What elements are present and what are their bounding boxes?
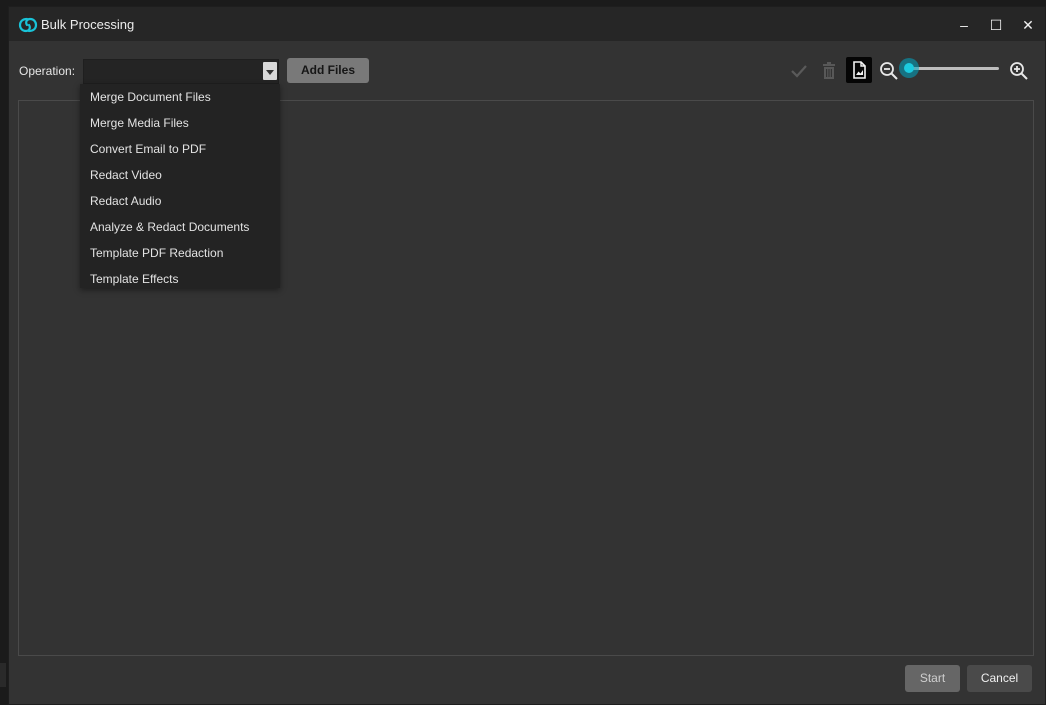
menu-item-merge-document-files[interactable]: Merge Document Files: [80, 84, 280, 110]
zoom-in-icon[interactable]: [1008, 60, 1030, 82]
start-button[interactable]: Start: [905, 665, 960, 692]
menu-item-convert-email-to-pdf[interactable]: Convert Email to PDF: [80, 136, 280, 162]
add-files-button[interactable]: Add Files: [287, 58, 369, 83]
menu-item-merge-media-files[interactable]: Merge Media Files: [80, 110, 280, 136]
image-document-icon[interactable]: [846, 57, 872, 83]
operation-select[interactable]: [83, 59, 279, 84]
operation-dropdown-menu: Merge Document Files Merge Media Files C…: [80, 84, 280, 288]
app-logo-icon: [18, 17, 38, 33]
title-bar[interactable]: Bulk Processing – ☐ ✕: [9, 7, 1045, 41]
menu-item-redact-video[interactable]: Redact Video: [80, 162, 280, 188]
close-button[interactable]: ✕: [1019, 16, 1037, 34]
menu-item-template-effects[interactable]: Template Effects: [80, 266, 280, 292]
trash-icon[interactable]: [818, 60, 840, 82]
zoom-out-icon[interactable]: [878, 60, 900, 82]
background-window-edge: [0, 663, 6, 687]
zoom-slider-thumb[interactable]: [899, 58, 919, 78]
bulk-processing-dialog: Bulk Processing – ☐ ✕ Operation: Add Fil…: [8, 6, 1046, 705]
operation-label: Operation:: [19, 64, 76, 78]
check-icon[interactable]: [788, 60, 810, 82]
window-title: Bulk Processing: [41, 17, 135, 32]
chevron-down-icon[interactable]: [263, 62, 277, 80]
cancel-button[interactable]: Cancel: [967, 665, 1032, 692]
maximize-button[interactable]: ☐: [987, 16, 1005, 34]
menu-item-redact-audio[interactable]: Redact Audio: [80, 188, 280, 214]
zoom-slider-track[interactable]: [907, 67, 999, 70]
minimize-button[interactable]: –: [955, 16, 973, 34]
menu-item-template-pdf-redaction[interactable]: Template PDF Redaction: [80, 240, 280, 266]
menu-item-analyze-redact-documents[interactable]: Analyze & Redact Documents: [80, 214, 280, 240]
zoom-slider[interactable]: [899, 57, 1001, 79]
